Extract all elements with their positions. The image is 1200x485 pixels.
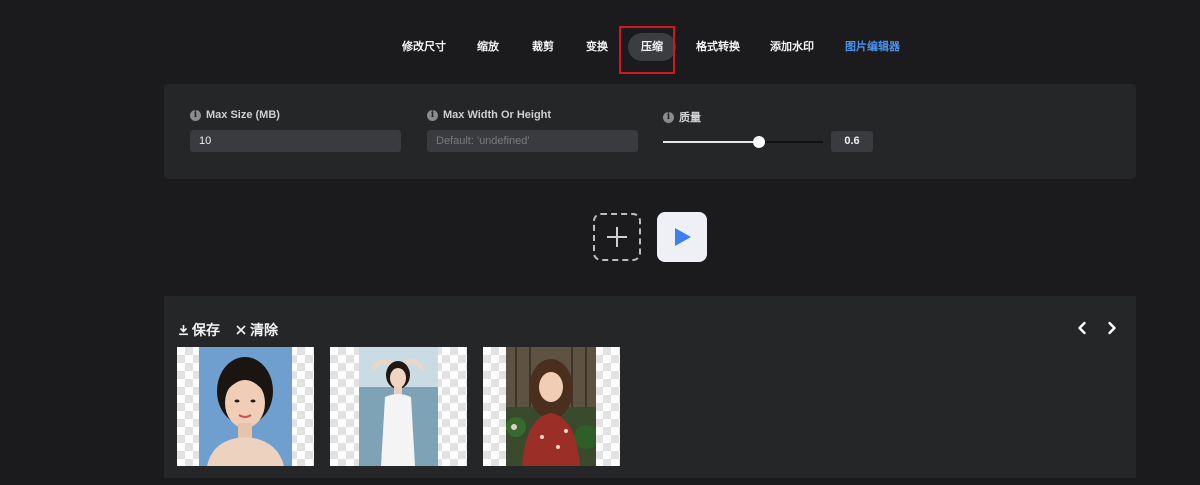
tab-resize[interactable]: 修改尺寸 (402, 33, 446, 61)
tab-format-convert[interactable]: 格式转换 (696, 33, 740, 61)
compress-options-panel: i Max Size (MB) i Max Width Or Height i … (164, 84, 1136, 179)
quality-value[interactable]: 0.6 (831, 131, 873, 152)
tab-crop[interactable]: 裁剪 (532, 33, 554, 61)
clear-button[interactable]: 清除 (235, 320, 278, 340)
max-size-label-text: Max Size (MB) (206, 109, 280, 121)
tab-bar: 修改尺寸 缩放 裁剪 变换 压缩 格式转换 添加水印 图片编辑器 (0, 33, 1200, 61)
close-icon (236, 325, 246, 335)
quality-label: i 质量 (663, 109, 701, 125)
save-button[interactable]: 保存 (178, 320, 220, 340)
image-thumbnail[interactable] (483, 347, 620, 466)
max-dimension-input[interactable] (427, 130, 638, 152)
tab-image-editor[interactable]: 图片编辑器 (845, 33, 900, 61)
slider-handle[interactable] (753, 136, 765, 148)
play-icon (675, 228, 691, 246)
image-thumbnail[interactable] (330, 347, 467, 466)
lake-photo (359, 347, 438, 466)
slider-fill (663, 141, 759, 143)
chevron-right-icon[interactable] (1104, 320, 1120, 336)
max-size-label: i Max Size (MB) (190, 109, 280, 121)
portrait-photo (199, 347, 292, 466)
max-size-input[interactable] (190, 130, 401, 152)
tab-add-watermark[interactable]: 添加水印 (770, 33, 814, 61)
run-button[interactable] (657, 212, 707, 262)
info-icon[interactable]: i (427, 109, 438, 121)
download-icon (179, 325, 188, 336)
results-panel: 保存 清除 (164, 296, 1136, 478)
save-label: 保存 (192, 322, 220, 338)
tab-compress[interactable]: 压缩 (628, 33, 676, 61)
info-icon[interactable]: i (190, 109, 201, 121)
info-icon[interactable]: i (663, 111, 674, 123)
tab-transform[interactable]: 变换 (586, 33, 608, 61)
tab-scale[interactable]: 缩放 (477, 33, 499, 61)
garden-photo (506, 347, 596, 466)
quality-label-text: 质量 (679, 112, 701, 124)
chevron-left-icon[interactable] (1074, 320, 1090, 336)
max-dimension-label: i Max Width Or Height (427, 109, 551, 121)
max-dimension-label-text: Max Width Or Height (443, 109, 552, 121)
add-image-button[interactable] (593, 213, 641, 261)
clear-label: 清除 (250, 322, 278, 338)
plus-icon (616, 227, 618, 247)
quality-slider[interactable] (663, 136, 823, 148)
image-thumbnail[interactable] (177, 347, 314, 466)
